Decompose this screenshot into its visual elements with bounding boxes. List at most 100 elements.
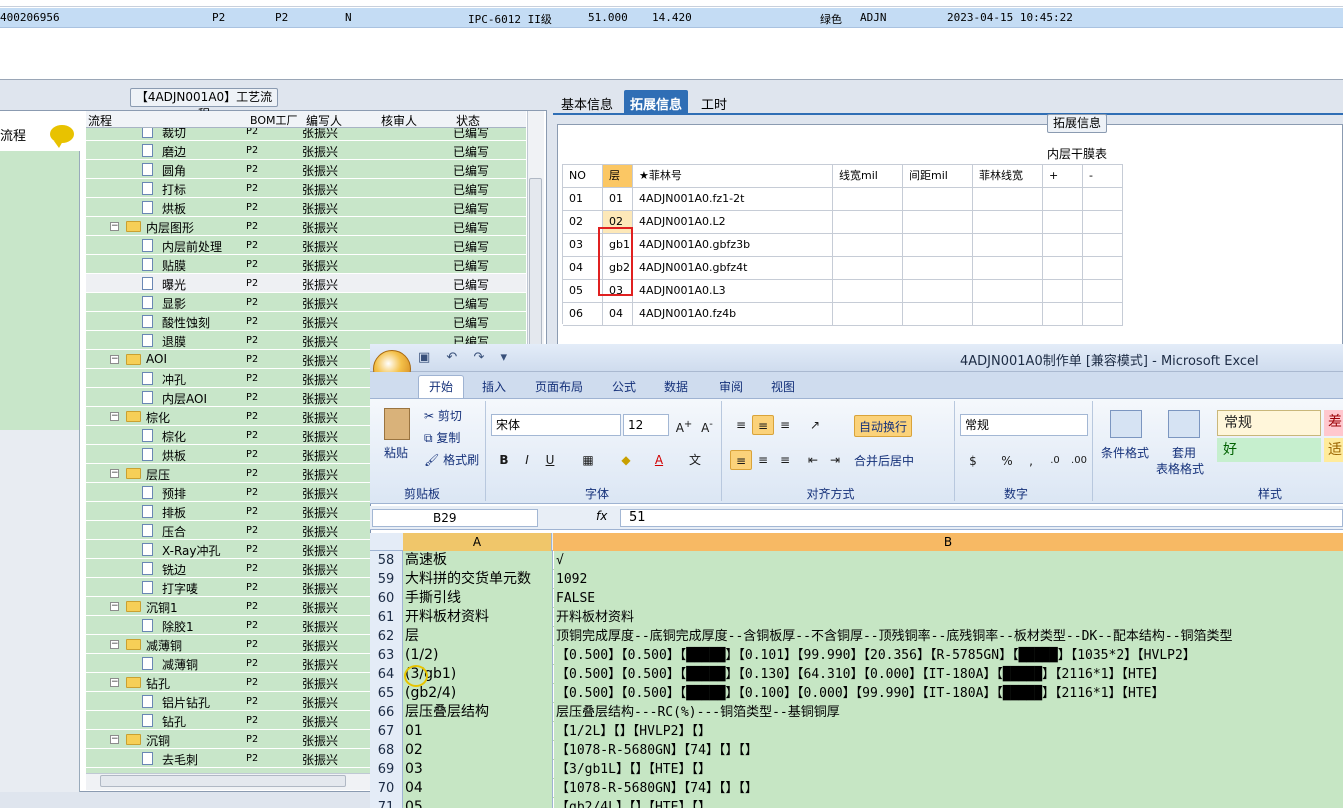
table-cell[interactable]: 04 xyxy=(603,303,633,326)
table-cell[interactable]: 01 xyxy=(563,188,603,211)
collapse-toggle-icon[interactable]: − xyxy=(110,469,119,478)
sheet-row[interactable]: 63 (1/2) 【0.500】【0.500】【█████】【0.101】【99.9… xyxy=(370,646,1343,665)
row-number[interactable]: 67 xyxy=(370,722,403,741)
row-number[interactable]: 71 xyxy=(370,798,403,808)
table-cell[interactable] xyxy=(833,234,903,257)
cell-a[interactable]: (1/2) xyxy=(403,646,553,665)
paste-icon[interactable] xyxy=(384,408,410,440)
cell-b[interactable]: 开料板材资料 xyxy=(554,608,1343,627)
table-cell[interactable] xyxy=(903,280,973,303)
ribbon-tab-home[interactable]: 开始 xyxy=(418,375,464,399)
table-cell[interactable] xyxy=(833,303,903,326)
conditional-format-button[interactable]: 条件格式 xyxy=(1101,444,1149,461)
table-header-cell[interactable]: ★菲林号 xyxy=(633,165,833,188)
film-number-cell[interactable]: 4ADJN001A0.L2 xyxy=(633,211,833,234)
table-cell[interactable] xyxy=(903,234,973,257)
tab-extended-info[interactable]: 拓展信息 xyxy=(624,90,689,114)
cell-a[interactable]: 开料板材资料 xyxy=(403,608,553,627)
table-cell[interactable] xyxy=(973,280,1043,303)
table-cell[interactable] xyxy=(903,211,973,234)
film-number-cell[interactable]: 4ADJN001A0.L3 xyxy=(633,280,833,303)
ribbon-tab-page-layout[interactable]: 页面布局 xyxy=(535,378,583,395)
table-header-cell[interactable]: 菲林线宽 xyxy=(973,165,1043,188)
underline-icon[interactable]: U xyxy=(539,450,561,470)
tree-item-row[interactable]: 圆角 P2 张振兴 已编写 xyxy=(86,160,526,179)
cell-a[interactable]: 层压叠层结构 xyxy=(403,703,553,722)
column-b-header[interactable]: B xyxy=(553,533,1343,551)
splitter-band[interactable] xyxy=(0,80,1343,88)
table-cell[interactable] xyxy=(833,188,903,211)
align-left-icon[interactable]: ≡ xyxy=(730,450,752,470)
cell-b[interactable]: 【1078-R-5680GN】【74】【】【】 xyxy=(554,779,1343,798)
style-neutral[interactable]: 适 xyxy=(1324,438,1343,462)
sheet-grid[interactable]: 58 高速板 √ 59 大料拼的交货单元数 1092 60 手撕引线 FALSE 61 开料板材资料… xyxy=(370,551,1343,808)
sheet-row[interactable]: 62 层顶铜完成厚度--底铜完成厚度--含铜板厚--不含铜厚--顶残铜率--底残铜… xyxy=(370,627,1343,646)
increase-indent-icon[interactable]: ⇥ xyxy=(824,450,846,470)
conditional-format-icon[interactable] xyxy=(1110,410,1142,438)
cell-b[interactable]: 顶铜完成厚度--底铜完成厚度--含铜板厚--不含铜厚--顶残铜率--底残铜率--… xyxy=(554,627,1343,646)
table-cell[interactable] xyxy=(1083,303,1123,326)
style-bad[interactable]: 差 xyxy=(1324,410,1343,436)
sheet-row[interactable]: 70 04 【1078-R-5680GN】【74】【】【】 xyxy=(370,779,1343,798)
table-header-cell[interactable]: 线宽mil xyxy=(833,165,903,188)
table-cell[interactable]: 02 xyxy=(563,211,603,234)
style-good[interactable]: 好 xyxy=(1217,438,1321,462)
comma-icon[interactable]: , xyxy=(1020,451,1042,471)
sheet-row[interactable]: 64 (3/gb1) 【0.500】【0.500】【█████】【0.130】【64… xyxy=(370,665,1343,684)
collapse-toggle-icon[interactable]: − xyxy=(110,602,119,611)
cell-a[interactable]: 05 xyxy=(403,798,553,808)
row-number[interactable]: 66 xyxy=(370,703,403,722)
table-header-cell[interactable]: 间距mil xyxy=(903,165,973,188)
tree-item-row[interactable]: 打标 P2 张振兴 已编写 xyxy=(86,179,526,198)
film-number-cell[interactable]: 4ADJN001A0.gbfz3b xyxy=(633,234,833,257)
row-number[interactable]: 63 xyxy=(370,646,403,665)
table-cell[interactable]: 03 xyxy=(563,234,603,257)
ribbon-tab-formulas[interactable]: 公式 xyxy=(612,378,636,395)
cell-a[interactable]: 02 xyxy=(403,741,553,760)
table-cell[interactable] xyxy=(903,188,973,211)
paste-button[interactable]: 粘贴 xyxy=(384,444,408,461)
sheet-row[interactable]: 58 高速板 √ xyxy=(370,551,1343,570)
table-cell[interactable] xyxy=(973,234,1043,257)
cell-b[interactable]: FALSE xyxy=(554,589,1343,608)
sheet-row[interactable]: 65 (gb2/4) 【0.500】【0.500】【█████】【0.100】【0.… xyxy=(370,684,1343,703)
tree-item-row[interactable]: 裁切 P2 张振兴 已编写 xyxy=(86,128,526,141)
cell-a[interactable]: 手撕引线 xyxy=(403,589,553,608)
collapse-toggle-icon[interactable]: − xyxy=(110,678,119,687)
tree-item-row[interactable]: 酸性蚀刻 P2 张振兴 已编写 xyxy=(86,312,526,331)
table-cell[interactable] xyxy=(903,303,973,326)
cut-button[interactable]: ✂ 剪切 xyxy=(424,407,462,424)
cell-b[interactable]: 层压叠层结构---RC(%)---铜箔类型--基铜铜厚 xyxy=(554,703,1343,722)
sheet-row[interactable]: 71 05 【gb2/4L】【】【HTE】【】 xyxy=(370,798,1343,808)
font-name-select[interactable]: 宋体 xyxy=(491,414,621,436)
tree-horizontal-scroll-thumb[interactable] xyxy=(100,775,346,787)
tree-item-row[interactable]: 磨边 P2 张振兴 已编写 xyxy=(86,141,526,160)
ribbon-tab-review[interactable]: 审阅 xyxy=(719,378,743,395)
font-size-select[interactable]: 12 xyxy=(623,414,669,436)
grow-font-icon[interactable]: A+ xyxy=(673,415,695,435)
ribbon-tab-view[interactable]: 视图 xyxy=(771,378,795,395)
cell-b[interactable]: 【0.500】【0.500】【█████】【0.130】【64.310】【0.0… xyxy=(554,665,1343,684)
decrease-indent-icon[interactable]: ⇤ xyxy=(802,450,824,470)
border-icon[interactable]: ▦ xyxy=(577,450,599,470)
cell-b[interactable]: 【gb2/4L】【】【HTE】【】 xyxy=(554,798,1343,808)
row-number[interactable]: 69 xyxy=(370,760,403,779)
table-header-cell[interactable]: - xyxy=(1083,165,1123,188)
table-cell[interactable] xyxy=(973,257,1043,280)
row-number[interactable]: 61 xyxy=(370,608,403,627)
row-number[interactable]: 59 xyxy=(370,570,403,589)
col-bom[interactable]: BOM工厂 xyxy=(250,112,298,128)
shrink-font-icon[interactable]: A- xyxy=(696,415,718,435)
collapse-toggle-icon[interactable]: − xyxy=(110,222,119,231)
orientation-icon[interactable]: ↗ xyxy=(804,415,826,435)
cell-a[interactable]: 层 xyxy=(403,627,553,646)
row-number[interactable]: 64 xyxy=(370,665,403,684)
align-top-icon[interactable]: ≡ xyxy=(730,415,752,435)
table-cell[interactable] xyxy=(1043,257,1083,280)
style-normal[interactable]: 常规 xyxy=(1217,410,1321,436)
formula-input[interactable]: 51 xyxy=(620,509,1343,527)
comment-bubble-icon[interactable] xyxy=(50,125,74,148)
table-cell[interactable] xyxy=(1083,280,1123,303)
table-cell[interactable] xyxy=(903,257,973,280)
collapse-toggle-icon[interactable]: − xyxy=(110,640,119,649)
